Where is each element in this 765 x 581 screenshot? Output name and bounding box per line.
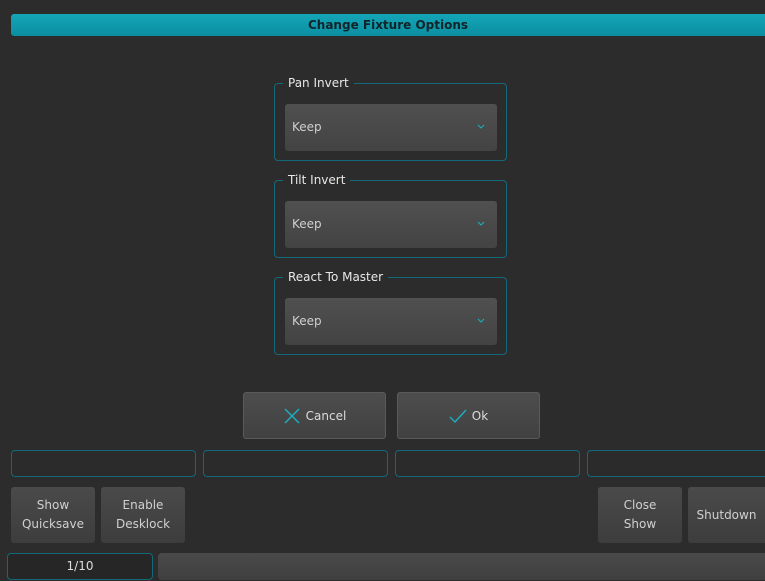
- close-show-button[interactable]: Close Show: [598, 487, 682, 543]
- show-quicksave-button[interactable]: Show Quicksave: [11, 487, 95, 543]
- pan-invert-label: Pan Invert: [283, 76, 354, 91]
- tilt-invert-value: Keep: [292, 217, 322, 231]
- dialog-title: Change Fixture Options: [11, 14, 765, 36]
- close-show-label-line2: Show: [623, 517, 657, 531]
- ok-label: Ok: [471, 408, 489, 423]
- react-to-master-label: React To Master: [283, 270, 389, 285]
- react-to-master-dropdown[interactable]: Keep: [285, 298, 497, 345]
- page-indicator[interactable]: 1/10: [7, 553, 153, 580]
- enable-desklock-button[interactable]: Enable Desklock: [101, 487, 185, 543]
- pan-invert-dropdown[interactable]: Keep: [285, 104, 497, 151]
- empty-slot-3[interactable]: [395, 450, 580, 477]
- empty-slot-4[interactable]: [587, 450, 765, 477]
- app-window: Change Fixture Options Pan Invert Keep T…: [0, 0, 765, 581]
- ok-button[interactable]: Ok: [397, 392, 540, 439]
- tilt-invert-label: Tilt Invert: [283, 173, 351, 188]
- react-to-master-group: React To Master Keep: [274, 270, 507, 355]
- close-icon: [284, 408, 300, 423]
- status-bar: [158, 553, 765, 580]
- empty-slot-1[interactable]: [11, 450, 196, 477]
- pan-invert-group: Pan Invert Keep: [274, 76, 507, 161]
- show-quicksave-label-line2: Quicksave: [21, 517, 85, 531]
- react-to-master-value: Keep: [292, 314, 322, 328]
- enable-desklock-label-line1: Enable: [122, 498, 164, 512]
- tilt-invert-dropdown[interactable]: Keep: [285, 201, 497, 248]
- checkmark-icon: [449, 409, 467, 423]
- chevron-down-icon: [477, 124, 485, 129]
- shutdown-label: Shutdown: [696, 507, 757, 522]
- shutdown-button[interactable]: Shutdown: [688, 487, 765, 543]
- chevron-down-icon: [477, 318, 485, 323]
- enable-desklock-label-line2: Desklock: [115, 517, 171, 531]
- cancel-label: Cancel: [305, 408, 347, 423]
- tilt-invert-group: Tilt Invert Keep: [274, 173, 507, 258]
- close-show-label-line1: Close: [623, 498, 657, 512]
- cancel-button[interactable]: Cancel: [243, 392, 386, 439]
- chevron-down-icon: [477, 221, 485, 226]
- empty-slot-2[interactable]: [203, 450, 388, 477]
- show-quicksave-label-line1: Show: [36, 498, 70, 512]
- pan-invert-value: Keep: [292, 120, 322, 134]
